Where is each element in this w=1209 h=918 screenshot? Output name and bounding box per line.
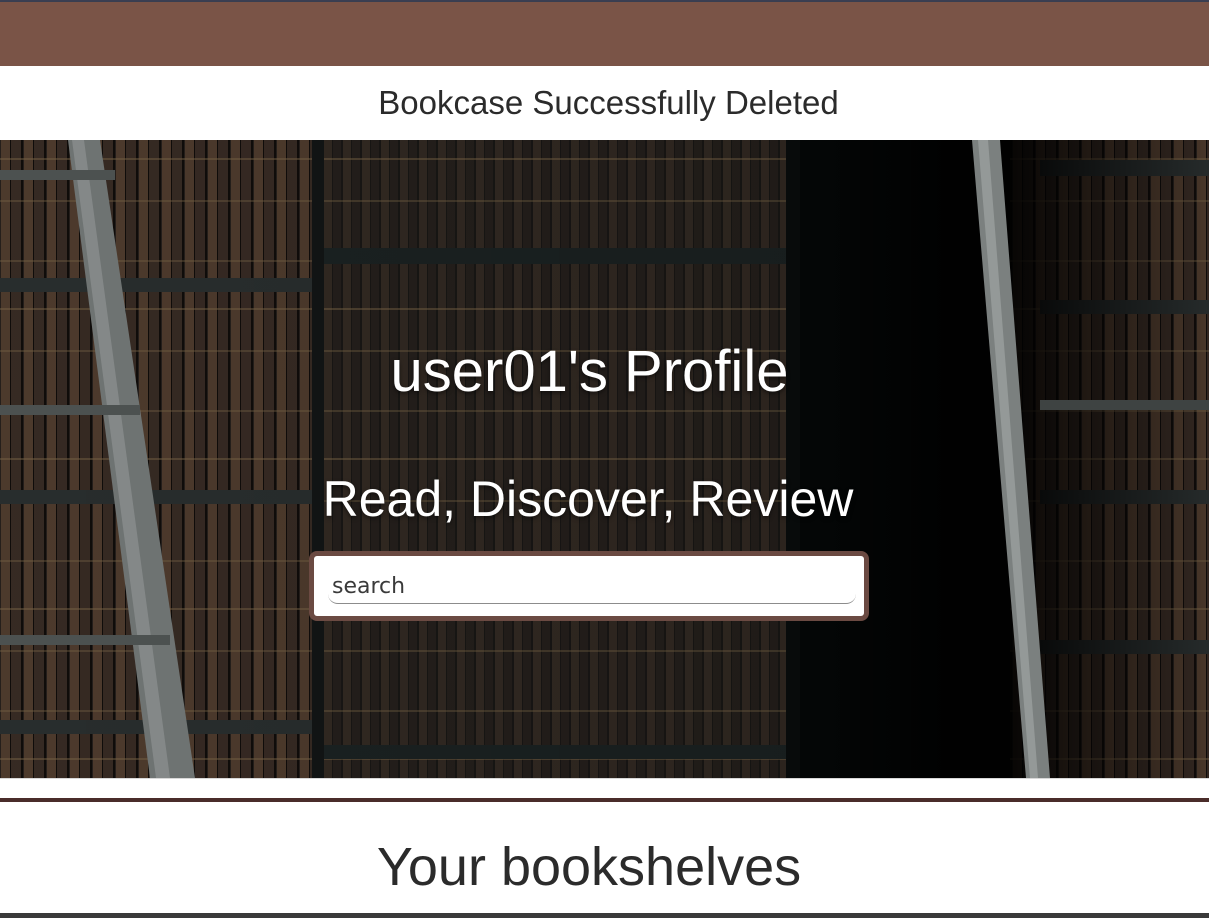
hero-tagline: Read, Discover, Review (322, 471, 854, 527)
profile-title: user01's Profile (390, 339, 789, 404)
search-input[interactable] (328, 570, 856, 604)
section-divider (0, 798, 1209, 802)
library-background-image (0, 140, 1209, 778)
bottom-edge (0, 913, 1209, 918)
search-box (309, 551, 869, 621)
navbar (0, 2, 1209, 66)
section-gap (0, 778, 1209, 798)
hero-banner: user01's Profile Read, Discover, Review (0, 140, 1209, 778)
bookshelves-heading: Your bookshelves (376, 837, 802, 897)
flash-message: Bookcase Successfully Deleted (0, 66, 1209, 140)
